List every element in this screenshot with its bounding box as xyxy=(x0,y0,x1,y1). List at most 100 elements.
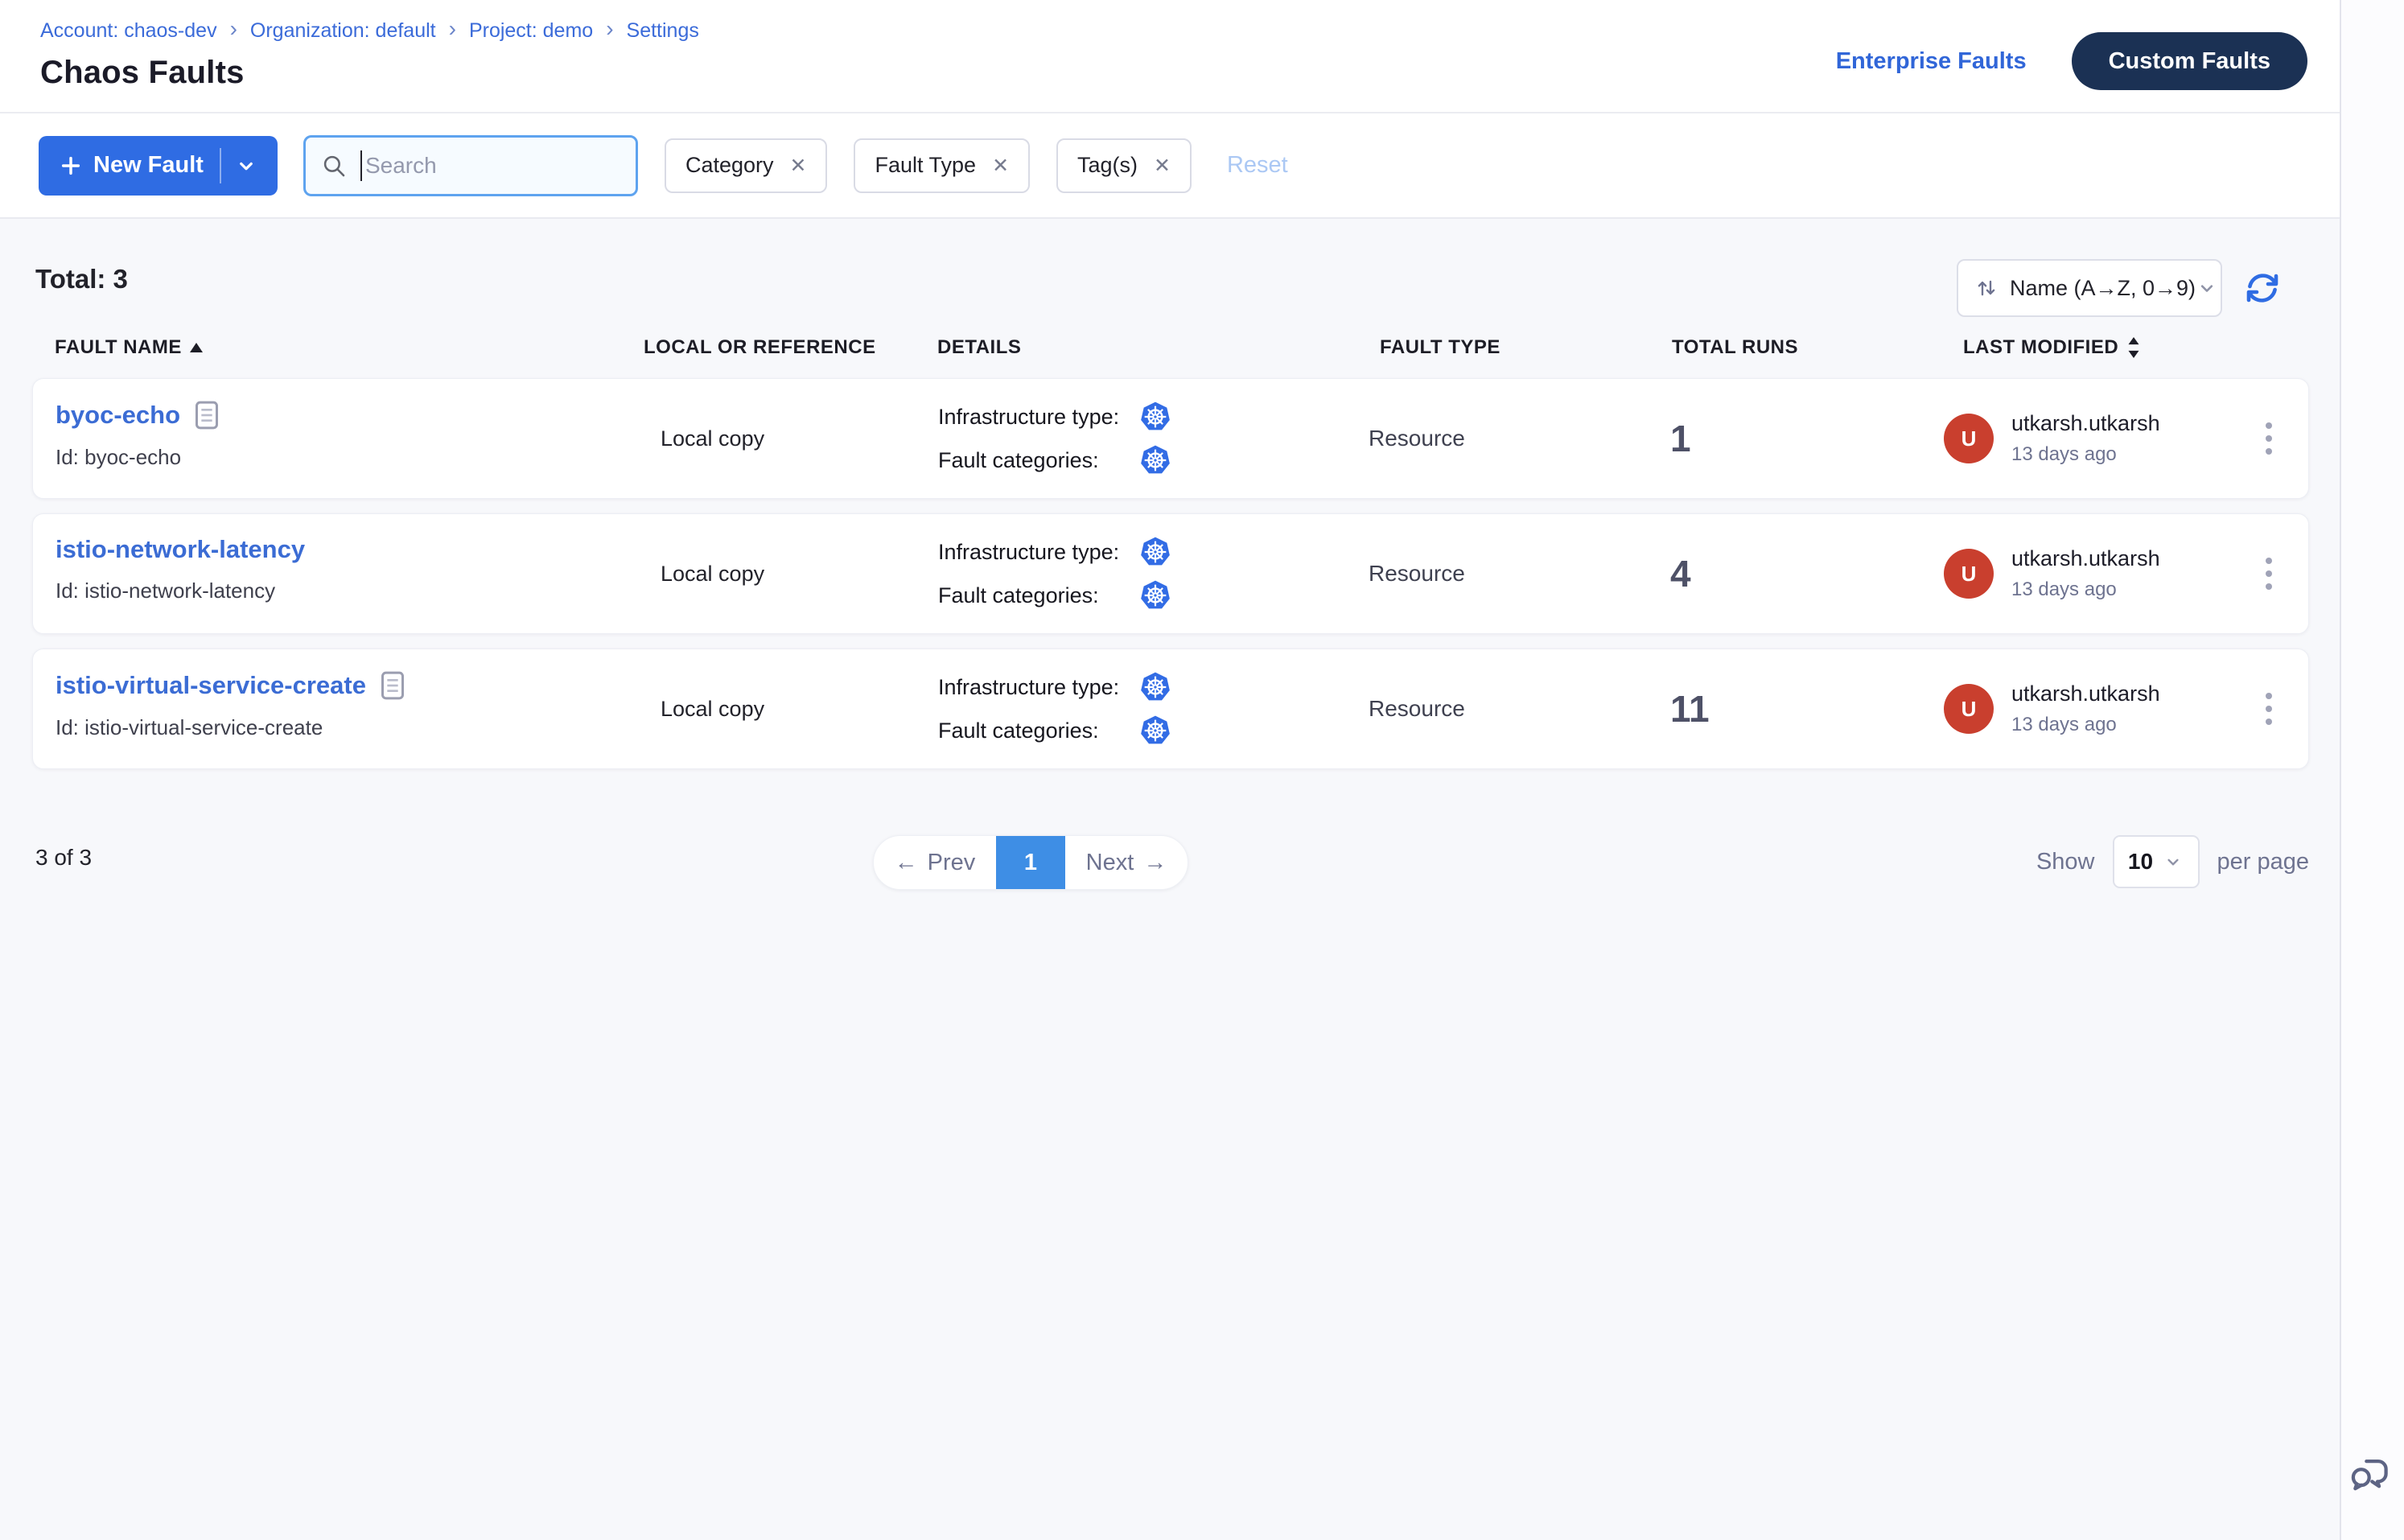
sort-updown-icon xyxy=(2126,337,2141,358)
fault-type-cell: Resource xyxy=(1369,379,1465,498)
pagination: ← Prev 1 Next → xyxy=(873,835,1188,890)
page-size-select[interactable]: 10 xyxy=(2113,835,2200,888)
row-menu-kebab-icon[interactable] xyxy=(2249,379,2289,498)
description-doc-icon[interactable] xyxy=(195,400,219,430)
kubernetes-icon[interactable] xyxy=(1139,579,1171,611)
kubernetes-icon[interactable] xyxy=(1139,536,1171,568)
fault-name-link[interactable]: byoc-echo xyxy=(56,400,219,430)
fault-type-cell: Resource xyxy=(1369,649,1465,768)
fault-name-link[interactable]: istio-virtual-service-create xyxy=(56,670,405,701)
avatar: U xyxy=(1944,414,1994,463)
refresh-icon[interactable] xyxy=(2243,269,2282,307)
total-runs-cell: 4 xyxy=(1670,514,1691,633)
next-page-button[interactable]: Next → xyxy=(1065,836,1188,889)
close-icon[interactable]: ✕ xyxy=(1154,154,1171,178)
row-menu-kebab-icon[interactable] xyxy=(2249,514,2289,633)
column-label: FAULT NAME xyxy=(55,336,182,359)
modified-time: 13 days ago xyxy=(2011,714,2160,736)
header-actions: Enterprise Faults Custom Faults xyxy=(1836,32,2307,90)
sort-asc-icon xyxy=(190,343,203,352)
close-icon[interactable]: ✕ xyxy=(992,154,1009,178)
filter-chip-tags[interactable]: Tag(s) ✕ xyxy=(1056,138,1192,193)
description-doc-icon[interactable] xyxy=(381,670,405,701)
column-header-details: DETAILS xyxy=(937,336,1021,359)
infrastructure-type-label: Infrastructure type: xyxy=(938,540,1139,565)
search-box[interactable] xyxy=(303,135,638,196)
page-size-control: Show 10 per page xyxy=(2036,835,2309,888)
fault-id: Id: istio-network-latency xyxy=(56,579,305,603)
sort-selected-value: Name (A→Z, 0→9) xyxy=(2010,276,2196,301)
next-label: Next xyxy=(1086,850,1134,876)
sort-arrows-icon xyxy=(1974,276,1999,300)
column-header-local-or-reference: LOCAL OR REFERENCE xyxy=(644,336,876,359)
breadcrumb-project[interactable]: Project: demo xyxy=(469,19,593,43)
pagination-summary: 3 of 3 xyxy=(35,845,92,871)
fault-categories-label: Fault categories: xyxy=(938,583,1139,608)
text-caret xyxy=(360,150,362,181)
modified-by-user: utkarsh.utkarsh xyxy=(2011,411,2160,436)
main-column: Account: chaos-dev › Organization: defau… xyxy=(0,0,2340,1540)
details-cell: Infrastructure type: Fault categories: xyxy=(938,649,1171,768)
close-icon[interactable]: ✕ xyxy=(790,154,807,178)
current-page-button[interactable]: 1 xyxy=(996,836,1065,889)
breadcrumb-settings[interactable]: Settings xyxy=(627,19,699,43)
table-row-byoc-echo[interactable]: byoc-echo Id: byoc-echo Local copy Infra… xyxy=(32,378,2309,499)
table-row-istio-virtual-service-create[interactable]: istio-virtual-service-create Id: istio-v… xyxy=(32,649,2309,769)
last-modified-cell: U utkarsh.utkarsh 13 days ago xyxy=(1944,514,2160,633)
right-gutter xyxy=(2340,0,2404,1540)
prev-page-button[interactable]: ← Prev xyxy=(874,836,996,889)
total-runs-cell: 11 xyxy=(1670,649,1710,768)
column-header-total-runs: TOTAL RUNS xyxy=(1672,336,1798,359)
enterprise-faults-link[interactable]: Enterprise Faults xyxy=(1836,48,2027,75)
fault-type-cell: Resource xyxy=(1369,514,1465,633)
prev-label: Prev xyxy=(928,850,976,876)
breadcrumb-separator-icon: › xyxy=(230,18,237,43)
details-cell: Infrastructure type: Fault categories: xyxy=(938,379,1171,498)
kubernetes-icon[interactable] xyxy=(1139,714,1171,747)
kubernetes-icon[interactable] xyxy=(1139,671,1171,703)
modified-time: 13 days ago xyxy=(2011,443,2160,466)
table-row-istio-network-latency[interactable]: istio-network-latency Id: istio-network-… xyxy=(32,513,2309,634)
kubernetes-icon[interactable] xyxy=(1139,444,1171,476)
modified-by-user: utkarsh.utkarsh xyxy=(2011,681,2160,706)
breadcrumb-organization[interactable]: Organization: default xyxy=(250,19,436,43)
column-header-fault-name[interactable]: FAULT NAME xyxy=(55,336,203,359)
fault-name-cell: istio-virtual-service-create Id: istio-v… xyxy=(56,670,405,740)
column-label: DETAILS xyxy=(937,336,1021,359)
breadcrumb-separator-icon: › xyxy=(606,18,613,43)
fault-name-text: istio-network-latency xyxy=(56,535,305,564)
breadcrumb-account[interactable]: Account: chaos-dev xyxy=(40,19,217,43)
per-page-label: per page xyxy=(2217,849,2310,875)
sort-dropdown[interactable]: Name (A→Z, 0→9) xyxy=(1957,259,2222,317)
row-menu-kebab-icon[interactable] xyxy=(2249,649,2289,768)
column-label: LOCAL OR REFERENCE xyxy=(644,336,876,359)
show-label: Show xyxy=(2036,849,2095,875)
reset-filters-button[interactable]: Reset xyxy=(1227,152,1288,179)
arrow-left-icon: ← xyxy=(895,850,918,876)
kubernetes-icon[interactable] xyxy=(1139,401,1171,433)
chat-help-icon[interactable] xyxy=(2348,1453,2391,1497)
avatar: U xyxy=(1944,684,1994,734)
fault-id: Id: byoc-echo xyxy=(56,445,219,470)
total-runs-cell: 1 xyxy=(1670,379,1691,498)
filter-chip-fault-type[interactable]: Fault Type ✕ xyxy=(854,138,1030,193)
column-header-last-modified[interactable]: LAST MODIFIED xyxy=(1963,336,2141,359)
new-fault-button[interactable]: New Fault xyxy=(39,136,278,196)
search-input[interactable] xyxy=(365,153,607,179)
new-fault-dropdown-toggle[interactable] xyxy=(221,154,271,178)
chevron-down-icon xyxy=(2196,277,2218,299)
local-or-reference-cell: Local copy xyxy=(661,379,764,498)
custom-faults-button[interactable]: Custom Faults xyxy=(2072,32,2307,90)
fault-name-cell: byoc-echo Id: byoc-echo xyxy=(56,400,219,470)
filter-chip-label: Tag(s) xyxy=(1077,153,1138,178)
column-label: FAULT TYPE xyxy=(1380,336,1500,359)
total-count: Total: 3 xyxy=(35,264,128,294)
fault-id: Id: istio-virtual-service-create xyxy=(56,715,405,740)
last-modified-cell: U utkarsh.utkarsh 13 days ago xyxy=(1944,649,2160,768)
details-cell: Infrastructure type: Fault categories: xyxy=(938,514,1171,633)
fault-name-link[interactable]: istio-network-latency xyxy=(56,535,305,564)
search-icon xyxy=(320,152,348,179)
filter-chip-category[interactable]: Category ✕ xyxy=(665,138,828,193)
breadcrumb-separator-icon: › xyxy=(449,18,456,43)
column-label: TOTAL RUNS xyxy=(1672,336,1798,359)
